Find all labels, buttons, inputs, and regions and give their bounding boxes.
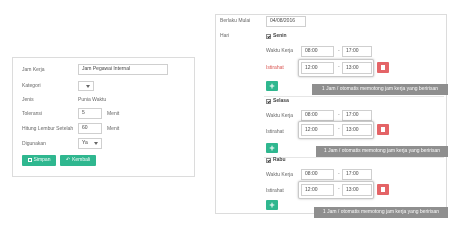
day-checkbox[interactable] xyxy=(266,34,271,39)
add-break-button[interactable]: + xyxy=(266,200,278,210)
kembali-button[interactable]: ↶ Kembali xyxy=(60,155,96,166)
trash-icon xyxy=(381,187,385,192)
hari-label: Hari xyxy=(220,33,230,39)
save-icon xyxy=(27,157,32,162)
time-separator: - xyxy=(338,48,340,54)
break-start-input[interactable]: 12:00 xyxy=(301,124,334,136)
delete-break-button[interactable] xyxy=(377,124,389,135)
work-start-input[interactable]: 08:00 xyxy=(301,110,334,121)
break-tooltip: 1 Jam / otomatis memotong jam kerja yang… xyxy=(316,146,448,157)
toleransi-input[interactable]: 5 xyxy=(78,108,102,119)
simpan-label: Simpan xyxy=(33,157,51,163)
kategori-label: Kategori xyxy=(22,83,41,89)
jenis-label: Jenis xyxy=(22,97,34,103)
break-end-input[interactable]: 13:00 xyxy=(342,62,372,74)
berlaku-input[interactable]: 04/08/2016 xyxy=(266,16,306,27)
kembali-label: Kembali xyxy=(72,157,91,163)
work-end-input[interactable]: 17:00 xyxy=(342,46,372,57)
day-name: Selasa xyxy=(273,98,289,104)
delete-break-button[interactable] xyxy=(377,62,389,73)
plus-icon: + xyxy=(269,143,275,153)
jam-kerja-label: Jam Kerja xyxy=(22,67,45,73)
time-separator: - xyxy=(338,171,340,177)
waktu-kerja-label: Waktu Kerja xyxy=(266,48,294,54)
break-start-input[interactable]: 12:00 xyxy=(301,184,334,196)
jenis-value: Punia Waktu xyxy=(78,97,107,103)
break-tooltip: 1 Jam / otomatis memotong jam kerja yang… xyxy=(312,84,448,95)
simpan-button[interactable]: Simpan xyxy=(22,155,56,166)
lembur-unit: Menit xyxy=(107,126,120,132)
trash-icon xyxy=(381,65,385,70)
break-end-input[interactable]: 13:00 xyxy=(342,184,372,196)
add-break-button[interactable]: + xyxy=(266,143,278,153)
plus-icon: + xyxy=(269,81,275,91)
lembur-input[interactable]: 60 xyxy=(78,123,102,134)
waktu-kerja-label: Waktu Kerja xyxy=(266,172,294,178)
istirahat-label: Istirahat xyxy=(266,188,284,194)
break-tooltip: 1 Jam / otomatis memotong jam kerja yang… xyxy=(314,207,448,218)
time-separator: - xyxy=(338,64,340,70)
break-end-input[interactable]: 13:00 xyxy=(342,124,372,136)
digunakan-label: Digunakan xyxy=(22,141,46,147)
work-end-input[interactable]: 17:00 xyxy=(342,110,372,121)
toleransi-unit: Menit xyxy=(107,111,120,117)
undo-icon: ↶ xyxy=(65,157,71,163)
plus-icon: + xyxy=(269,200,275,210)
day-name: Rabu xyxy=(273,157,286,163)
kategori-select[interactable] xyxy=(78,81,94,91)
trash-icon xyxy=(381,127,385,132)
istirahat-label: Istirahat xyxy=(266,65,284,71)
day-divider xyxy=(264,96,444,97)
day-divider xyxy=(264,157,444,158)
day-checkbox[interactable] xyxy=(266,158,271,163)
time-separator: - xyxy=(338,112,340,118)
berlaku-label: Berlaku Mulai xyxy=(220,18,251,24)
toleransi-label: Toleransi xyxy=(22,111,43,117)
work-end-input[interactable]: 17:00 xyxy=(342,169,372,180)
time-separator: - xyxy=(338,126,340,132)
work-start-input[interactable]: 08:00 xyxy=(301,169,334,180)
lembur-label: Hitung Lembur Setelah xyxy=(22,126,74,132)
waktu-kerja-label: Waktu Kerja xyxy=(266,113,294,119)
day-name: Senin xyxy=(273,33,287,39)
jam-kerja-input[interactable]: Jam Pegawai Internal xyxy=(78,64,168,75)
add-break-button[interactable]: + xyxy=(266,81,278,91)
digunakan-select[interactable]: Ya xyxy=(78,138,102,149)
day-checkbox[interactable] xyxy=(266,99,271,104)
delete-break-button[interactable] xyxy=(377,184,389,195)
work-start-input[interactable]: 08:00 xyxy=(301,46,334,57)
time-separator: - xyxy=(338,186,340,192)
istirahat-label: Istirahat xyxy=(266,129,284,135)
break-start-input[interactable]: 12:00 xyxy=(301,62,334,74)
